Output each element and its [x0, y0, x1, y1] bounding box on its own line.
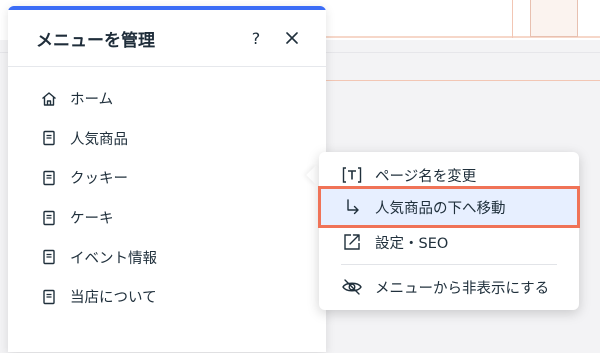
- page-icon: [40, 248, 58, 266]
- move-under-popular-option[interactable]: 人気商品の下へ移動: [318, 186, 580, 228]
- page-icon: [40, 129, 58, 147]
- menu-item-label: クッキー: [70, 171, 128, 188]
- canvas-guide-line: [512, 0, 513, 38]
- menu-item-label: 当店について: [70, 290, 157, 307]
- menu-item-label: ホーム: [70, 92, 114, 109]
- page-icon: [40, 209, 58, 227]
- canvas-element: [530, 0, 578, 37]
- panel-header: メニューを管理 ?: [8, 10, 326, 67]
- settings-link-icon: [341, 231, 363, 253]
- page-icon: [40, 288, 58, 306]
- panel-title: メニューを管理: [36, 30, 155, 51]
- home-icon: [40, 90, 58, 108]
- context-option-label: ページ名を変更: [375, 168, 477, 185]
- menu-item-label: 人気商品: [70, 131, 128, 148]
- menu-item-events[interactable]: イベント情報: [8, 237, 326, 277]
- menu-item-cookies[interactable]: クッキー: [8, 158, 326, 198]
- hide-from-menu-option[interactable]: メニューから非表示にする: [319, 270, 579, 304]
- menu-item-home[interactable]: ホーム: [8, 79, 326, 119]
- context-option-label: 人気商品の下へ移動: [375, 200, 506, 217]
- menu-item-about[interactable]: 当店について: [8, 277, 326, 317]
- context-option-label: 設定・SEO: [375, 235, 449, 252]
- context-menu-divider: [341, 264, 557, 265]
- rename-icon: [341, 164, 363, 186]
- menu-item-label: ケーキ: [70, 211, 114, 228]
- menu-item-popular[interactable]: 人気商品: [8, 119, 326, 159]
- move-under-icon: [341, 196, 363, 218]
- menu-page-list: ホーム 人気商品 クッキー ケーキ イベント情報 当店について: [8, 67, 326, 317]
- help-button[interactable]: ?: [244, 26, 268, 50]
- close-icon: [286, 32, 298, 44]
- canvas-guide-line: [326, 80, 600, 81]
- manage-menu-panel: メニューを管理 ? ホーム 人気商品 クッキー ケーキ イベント情報 当店につい…: [8, 6, 326, 352]
- context-option-label: メニューから非表示にする: [375, 280, 550, 297]
- settings-seo-option[interactable]: 設定・SEO: [319, 225, 579, 259]
- hide-icon: [341, 276, 363, 298]
- menu-item-label: イベント情報: [70, 250, 157, 267]
- page-icon: [40, 169, 58, 187]
- menu-item-cakes[interactable]: ケーキ: [8, 198, 326, 238]
- close-button[interactable]: [280, 26, 304, 50]
- page-context-menu: ページ名を変更 人気商品の下へ移動 設定・SEO メニューから非表示にする: [318, 152, 580, 310]
